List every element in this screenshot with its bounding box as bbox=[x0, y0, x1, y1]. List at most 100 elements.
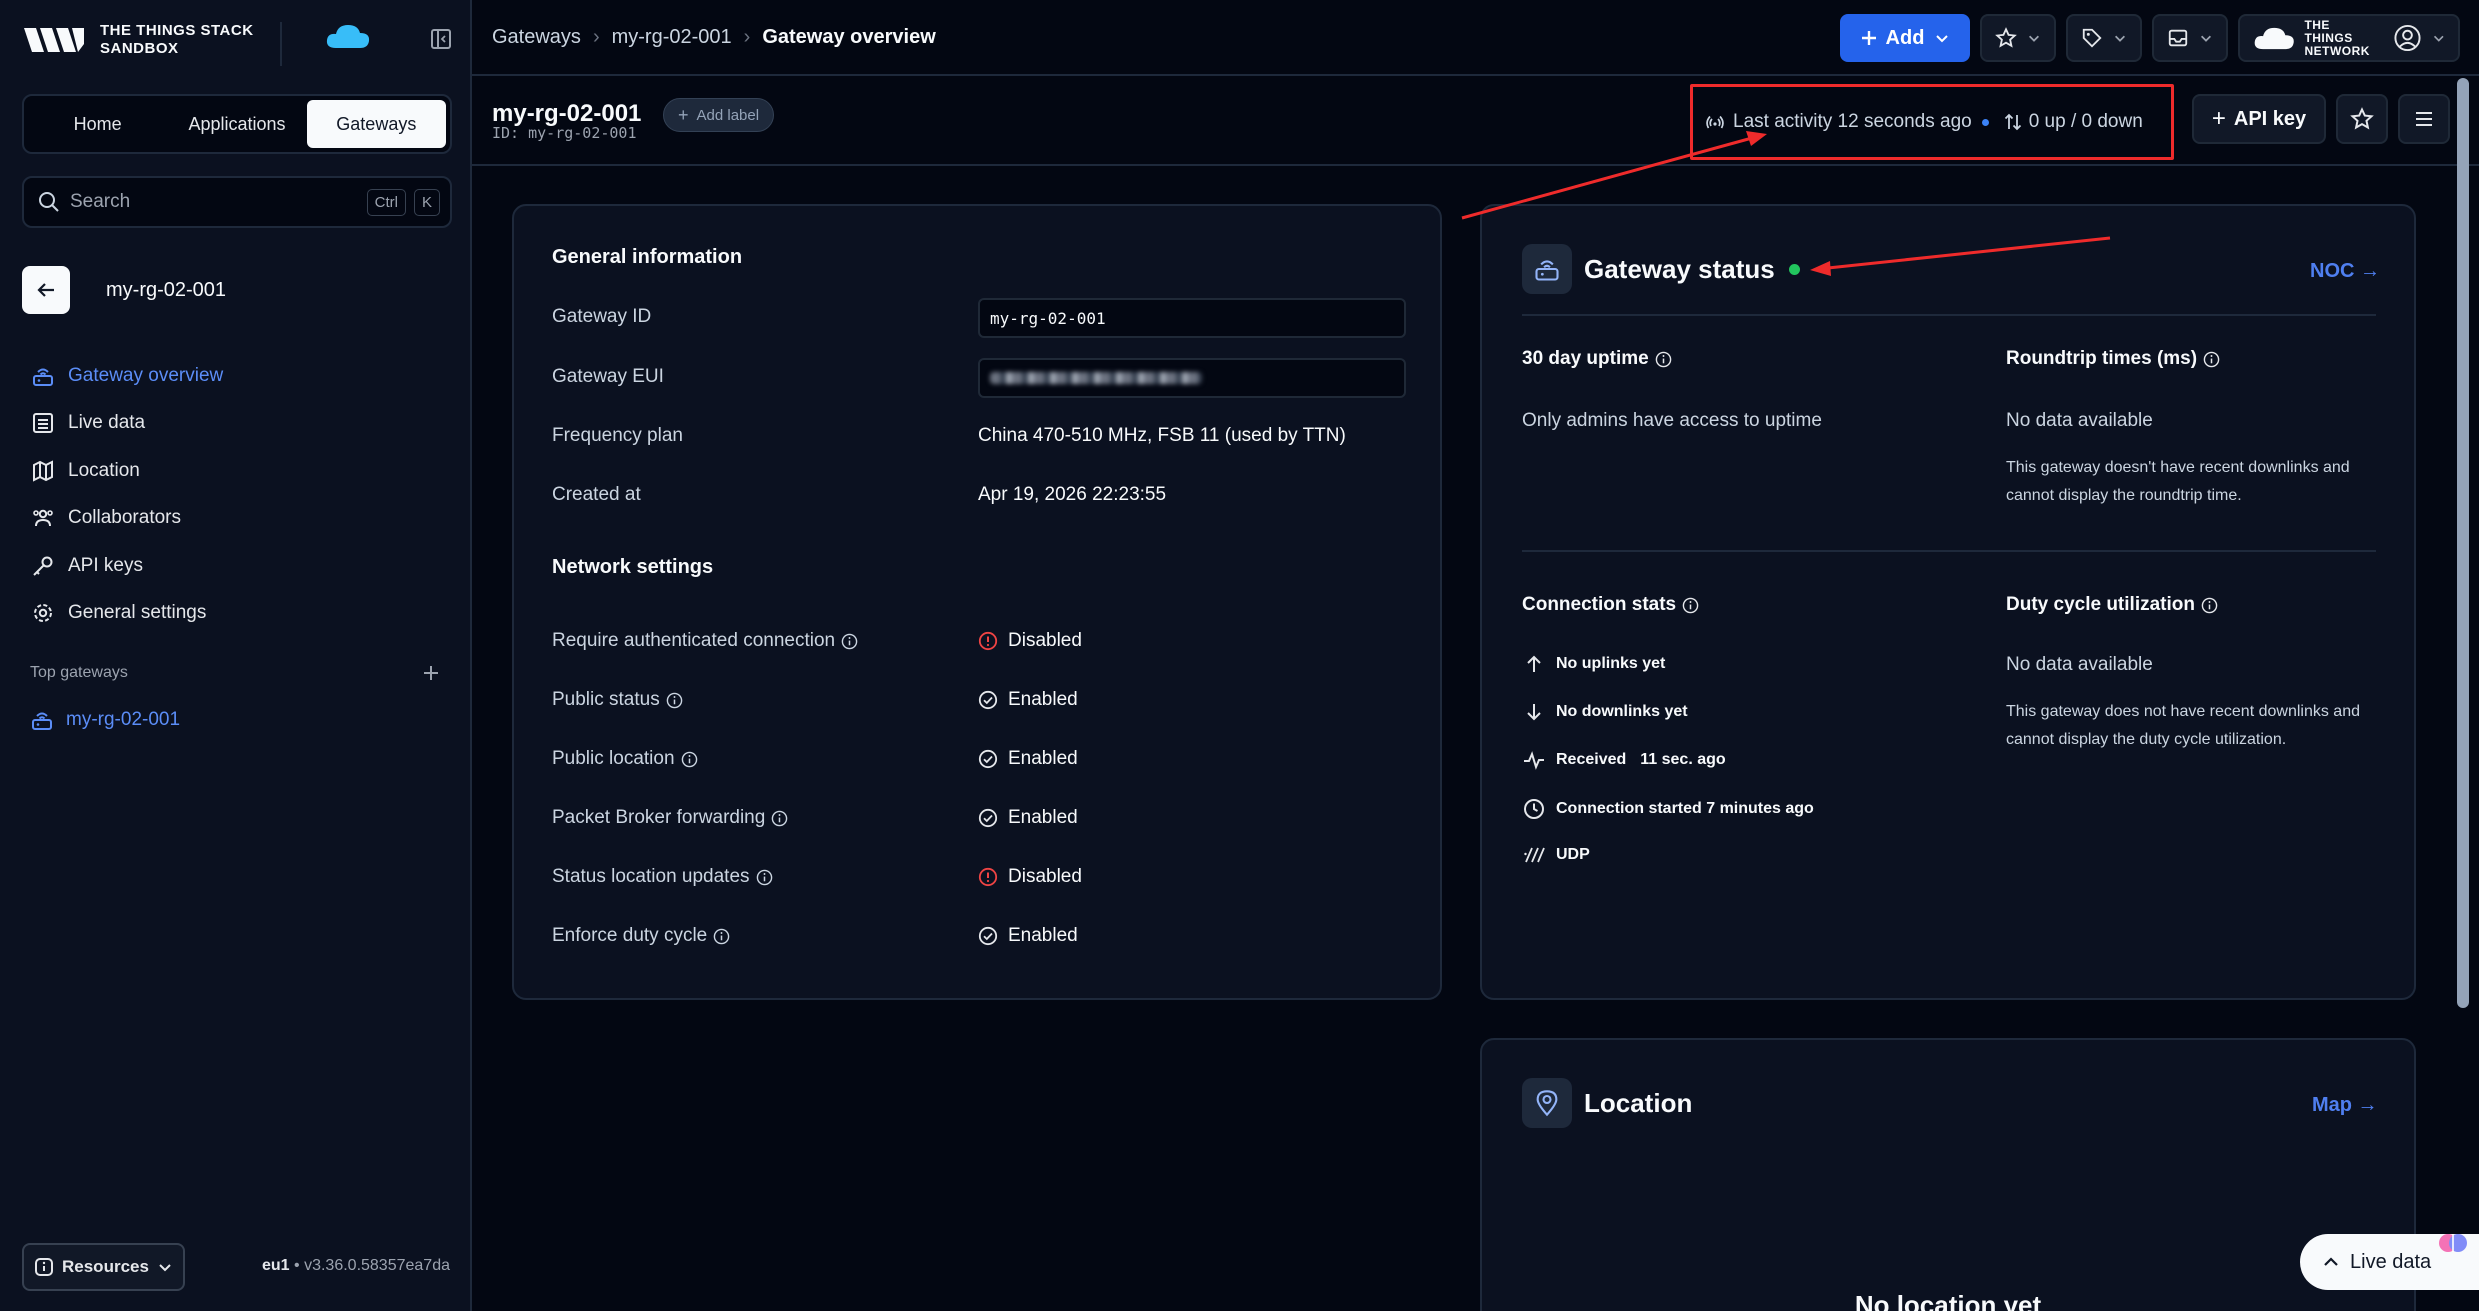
user-menu[interactable]: The Things Network bbox=[2238, 14, 2460, 62]
api-key-button[interactable]: + API key bbox=[2192, 94, 2326, 144]
roundtrip-title: Roundtrip times (ms) bbox=[2006, 348, 2220, 370]
sidebar-item-location[interactable]: Location bbox=[30, 447, 223, 495]
setting-value: Enabled bbox=[978, 689, 1078, 711]
info-circle-icon[interactable] bbox=[771, 810, 788, 827]
sidebar-item-collaborators[interactable]: Collaborators bbox=[30, 495, 223, 543]
plus-icon[interactable] bbox=[422, 664, 440, 682]
duty-cycle-note: This gateway does not have recent downli… bbox=[2006, 703, 2360, 748]
noc-link[interactable]: NOC → bbox=[2310, 260, 2380, 283]
setting-status: Enabled bbox=[1008, 925, 1078, 946]
info-circle-icon[interactable] bbox=[841, 633, 858, 650]
sidebar-item-live-data[interactable]: Live data bbox=[30, 400, 223, 448]
conn-started-row: Connection started 7 minutes ago bbox=[1522, 798, 1814, 820]
info-circle-icon[interactable] bbox=[756, 869, 773, 886]
setting-label: Packet Broker forwarding bbox=[552, 807, 788, 829]
top-gateway-item[interactable]: my-rg-02-001 bbox=[30, 708, 180, 732]
page-scrollbar[interactable] bbox=[2457, 78, 2469, 1008]
gear-icon bbox=[34, 604, 52, 623]
ttn-line-2: Network bbox=[2304, 43, 2370, 58]
tab-home[interactable]: Home bbox=[28, 100, 167, 148]
entity-header: my-rg-02-001 bbox=[22, 266, 226, 314]
general-information-card: General information Gateway ID my-rg-02-… bbox=[512, 204, 1442, 1000]
entity-title: my-rg-02-001 bbox=[106, 278, 227, 301]
brand-line-2: Sandbox bbox=[100, 40, 179, 57]
search-icon bbox=[39, 192, 59, 212]
star-icon bbox=[2350, 107, 2374, 130]
sidebar-item-general-settings[interactable]: General settings bbox=[30, 590, 223, 638]
frequency-plan-value: China 470-510 MHz, FSB 11 (used by TTN) bbox=[978, 425, 1346, 446]
bookmark-button[interactable] bbox=[2336, 94, 2388, 144]
shortcut-key-ctrl: Ctrl bbox=[366, 188, 406, 216]
menu-label-gateway-overview: Gateway overview bbox=[68, 364, 224, 386]
chevron-down-icon bbox=[2115, 35, 2125, 42]
sidebar-item-gateway-overview[interactable]: Gateway overview bbox=[30, 352, 223, 400]
add-label-button[interactable]: + Add label bbox=[663, 98, 775, 132]
info-circle-icon[interactable] bbox=[1682, 597, 1699, 614]
chevron-down-icon bbox=[2029, 35, 2039, 42]
setting-label-text: Public status bbox=[552, 689, 660, 710]
more-menu-button[interactable] bbox=[2398, 94, 2450, 144]
setting-status: Enabled bbox=[1008, 748, 1078, 769]
network-settings-title: Network settings bbox=[552, 556, 714, 578]
breadcrumb-gateways[interactable]: Gateways bbox=[492, 26, 581, 49]
uptime-title: 30 day uptime bbox=[1522, 348, 1672, 370]
info-circle-icon[interactable] bbox=[713, 928, 730, 945]
setting-label-text: Packet Broker forwarding bbox=[552, 807, 766, 828]
inbox-icon bbox=[2168, 29, 2188, 47]
activity-indicator: Last activity 12 seconds ago 0 up / 0 do… bbox=[1690, 84, 2174, 160]
setting-label-text: Public location bbox=[552, 748, 675, 769]
tab-gateways[interactable]: Gateways bbox=[306, 100, 446, 148]
tts-logo-icon bbox=[24, 28, 84, 52]
version-region: eu1 bbox=[262, 1257, 290, 1274]
info-circle-icon[interactable] bbox=[666, 692, 683, 709]
star-icon bbox=[1995, 27, 2017, 48]
assistant-brain-icon[interactable] bbox=[2436, 1226, 2470, 1260]
menu-label-collaborators: Collaborators bbox=[68, 507, 181, 529]
back-button[interactable] bbox=[22, 266, 70, 314]
info-circle-icon[interactable] bbox=[1655, 351, 1672, 368]
info-circle-icon[interactable] bbox=[2201, 597, 2218, 614]
gateway-status-header: Gateway status bbox=[1522, 244, 1800, 294]
info-circle-icon[interactable] bbox=[681, 751, 698, 768]
brand-logo[interactable]: The Things Stack Sandbox bbox=[22, 22, 254, 58]
breadcrumb-gateway[interactable]: my-rg-02-001 bbox=[612, 26, 732, 49]
gateway-eui-field[interactable] bbox=[978, 358, 1406, 398]
conn-received-value: 11 sec. ago bbox=[1640, 751, 1726, 768]
gateway-id-field[interactable]: my-rg-02-001 bbox=[978, 298, 1406, 338]
people-icon bbox=[33, 510, 53, 527]
protocol-icon bbox=[1524, 847, 1545, 863]
chevron-down-icon bbox=[2434, 35, 2445, 42]
search-input[interactable]: Search Ctrl K bbox=[22, 176, 452, 228]
pulse-icon bbox=[1524, 751, 1544, 770]
check-circle-icon bbox=[978, 926, 998, 946]
activity-dot bbox=[1981, 118, 1989, 126]
map-icon bbox=[33, 460, 53, 482]
info-circle-icon[interactable] bbox=[2203, 351, 2220, 368]
map-link[interactable]: Map → bbox=[2312, 1094, 2378, 1117]
no-location-text: No location yet bbox=[1854, 1290, 2042, 1311]
created-at-value: Apr 19, 2026 22:23:55 bbox=[978, 484, 1167, 505]
location-title: Location bbox=[1584, 1087, 1693, 1118]
sidebar-item-api-keys[interactable]: API keys bbox=[30, 542, 223, 590]
tags-dropdown[interactable] bbox=[2066, 14, 2142, 62]
sidebar: The Things Stack Sandbox Home Applicatio… bbox=[0, 0, 472, 1311]
conn-downlinks-text: No downlinks yet bbox=[1556, 703, 1688, 720]
gateway-header: my-rg-02-001 ID: my-rg-02-001 + Add labe… bbox=[472, 76, 2479, 166]
conn-received-row: Received 11 sec. ago bbox=[1522, 750, 1726, 770]
menu-label-general-settings: General settings bbox=[68, 602, 207, 624]
sidebar-collapse-icon[interactable] bbox=[430, 28, 452, 50]
breadcrumb: Gateways › my-rg-02-001 › Gateway overvi… bbox=[492, 26, 936, 49]
bookmarks-dropdown[interactable] bbox=[1980, 14, 2056, 62]
location-card: Location Map → No location yet bbox=[1480, 1038, 2416, 1311]
tab-applications[interactable]: Applications bbox=[167, 100, 306, 148]
resources-button[interactable]: Resources bbox=[22, 1243, 185, 1291]
conn-started-text: Connection started 7 minutes ago bbox=[1556, 800, 1814, 817]
add-button[interactable]: Add bbox=[1840, 14, 1970, 62]
info-icon bbox=[35, 1258, 53, 1276]
resources-label: Resources bbox=[62, 1257, 149, 1276]
alert-circle-icon bbox=[978, 867, 998, 887]
created-at-label: Created at bbox=[552, 484, 641, 505]
top-gateway-label: my-rg-02-001 bbox=[66, 709, 181, 730]
inbox-dropdown[interactable] bbox=[2152, 14, 2228, 62]
gateway-eui-label: Gateway EUI bbox=[552, 366, 664, 387]
